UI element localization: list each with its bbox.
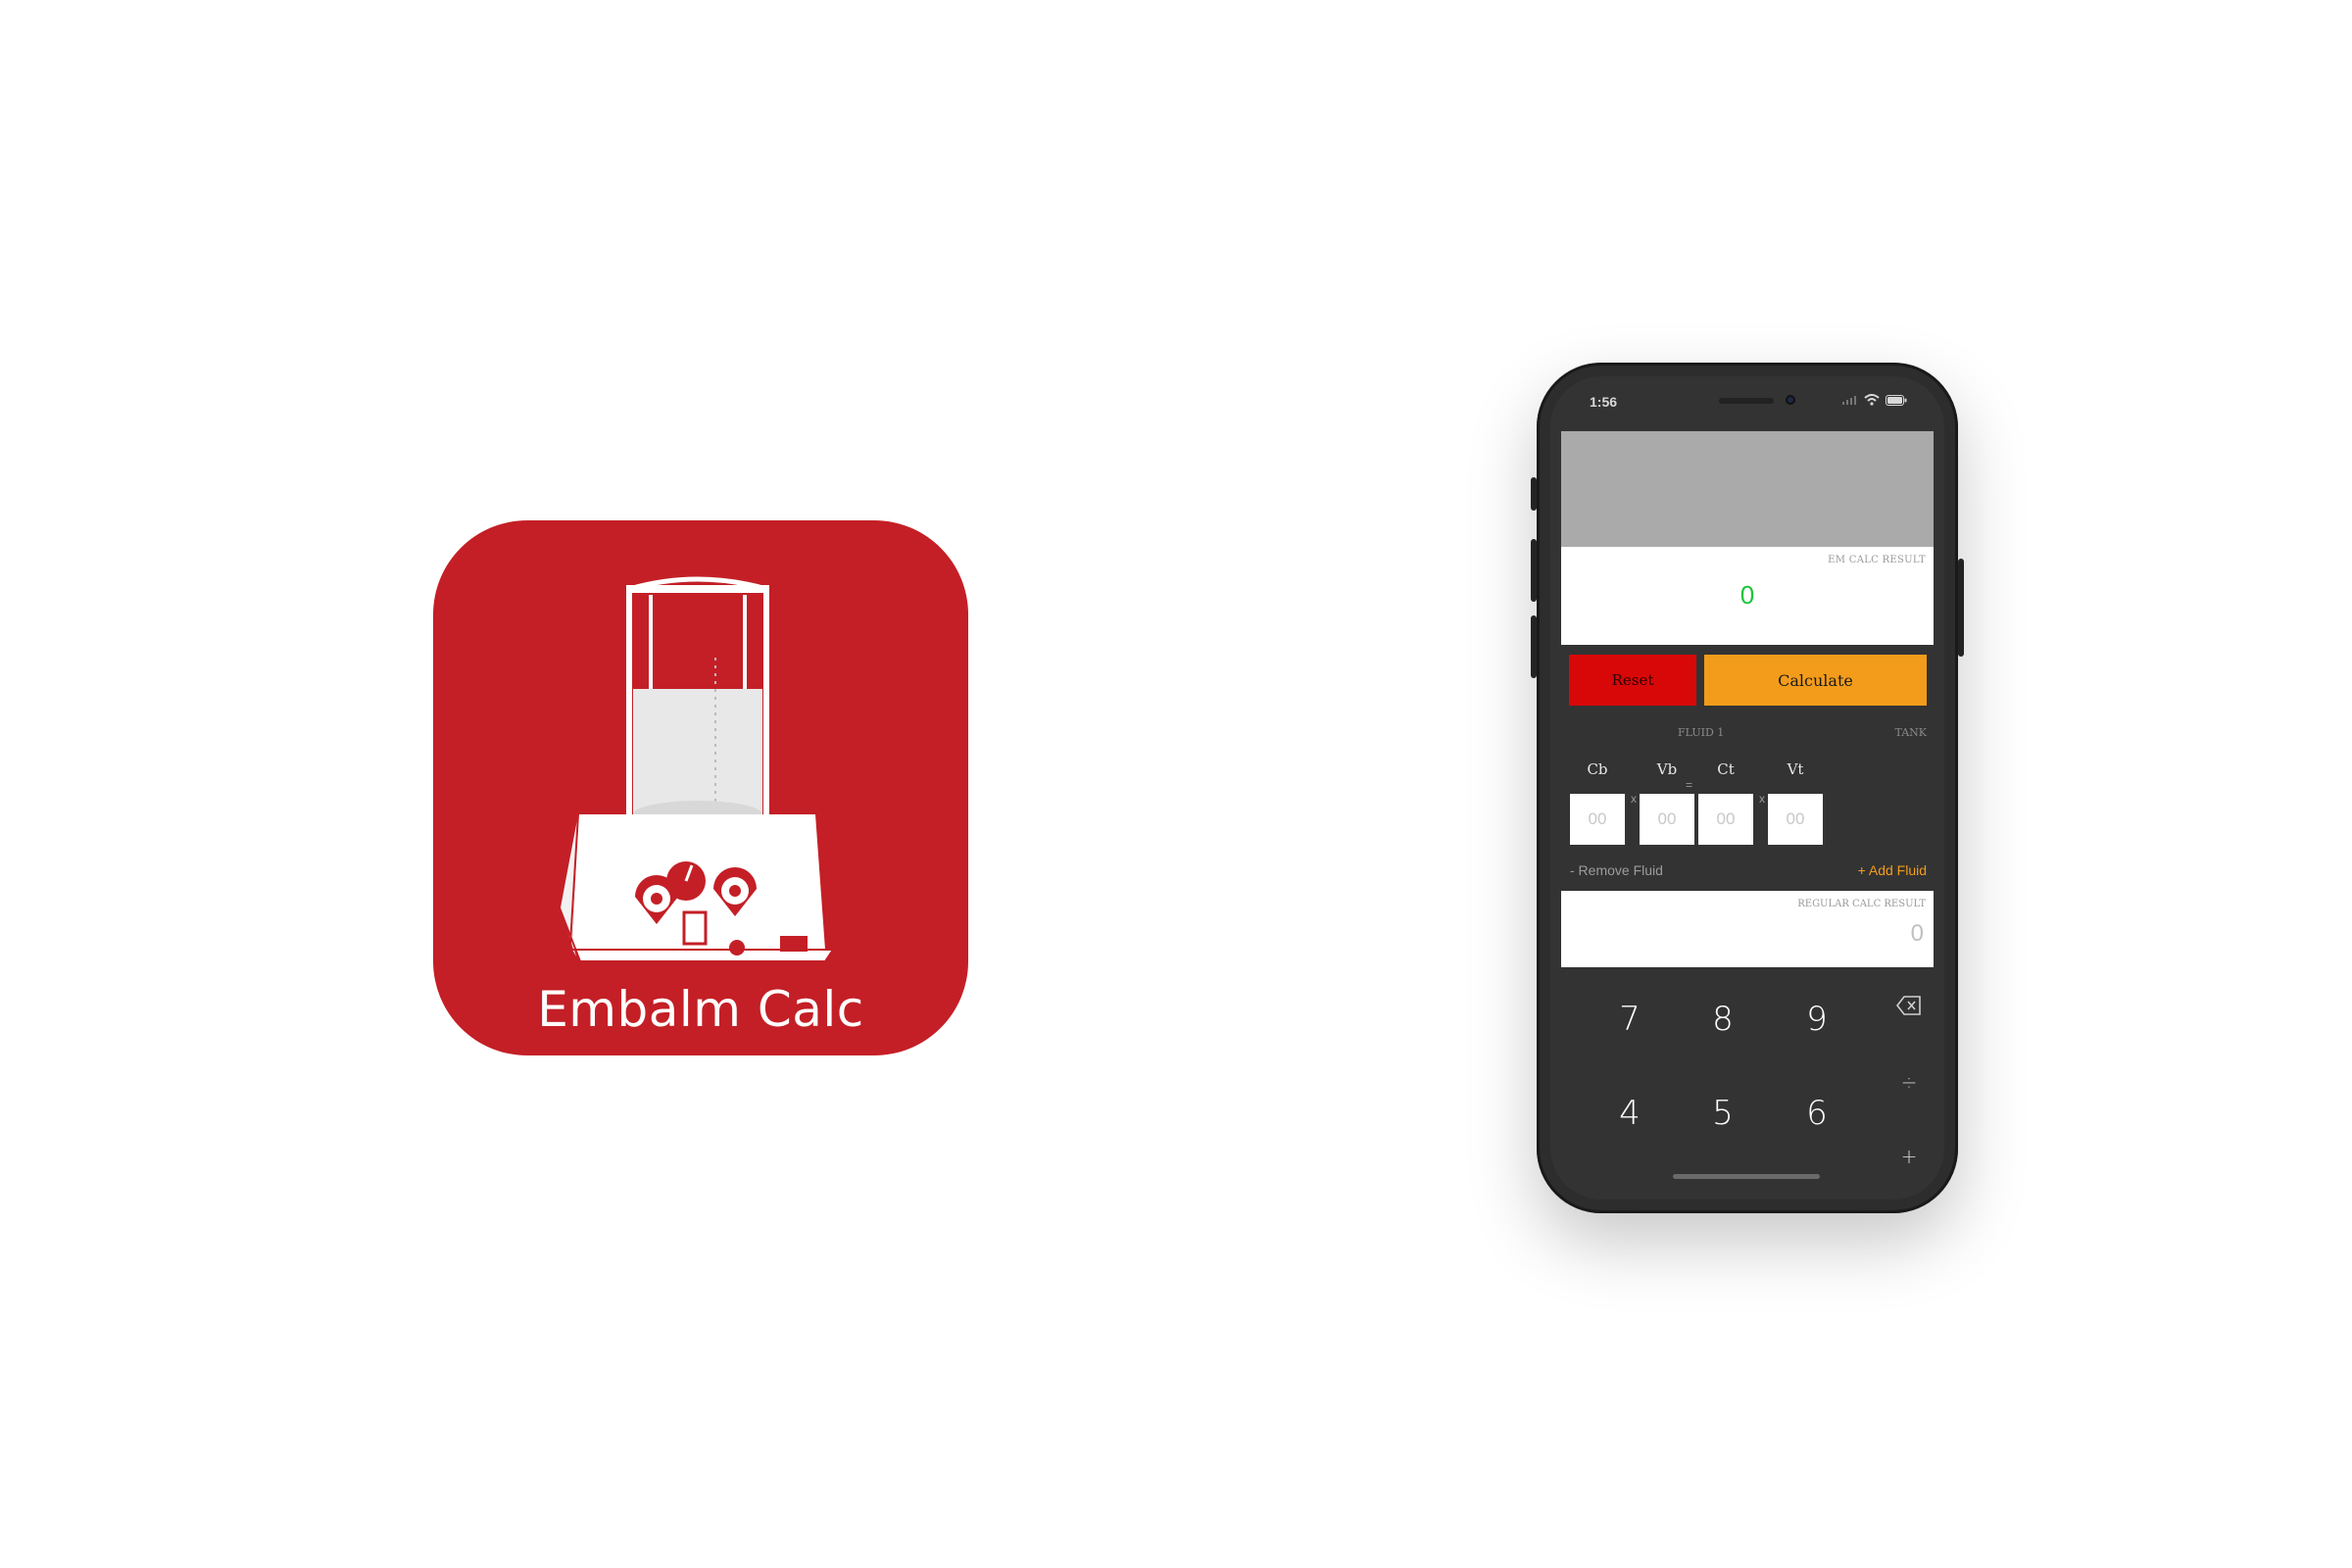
cb-input[interactable] bbox=[1570, 794, 1625, 845]
divide-key[interactable]: ÷ bbox=[1875, 1053, 1943, 1111]
equals-operator: = bbox=[1686, 778, 1693, 792]
backspace-key[interactable] bbox=[1875, 976, 1943, 1035]
power-button bbox=[1958, 559, 1964, 657]
regular-calc-result-label: REGULAR CALC RESULT bbox=[1797, 899, 1926, 909]
reset-button[interactable]: Reset bbox=[1569, 655, 1696, 706]
regular-calc-result-panel: REGULAR CALC RESULT 0 bbox=[1561, 891, 1934, 967]
signal-icon bbox=[1842, 396, 1856, 405]
multiply-operator: x bbox=[1759, 792, 1765, 806]
status-icons bbox=[1842, 394, 1907, 406]
vb-input[interactable] bbox=[1640, 794, 1694, 845]
tank-caption: TANK bbox=[1894, 726, 1927, 739]
em-calc-result-panel: EM CALC RESULT 0 bbox=[1561, 547, 1934, 645]
key-6[interactable]: 6 bbox=[1783, 1084, 1851, 1143]
remove-fluid-link[interactable]: - Remove Fluid bbox=[1570, 862, 1663, 878]
vt-input[interactable] bbox=[1768, 794, 1823, 845]
banner-placeholder bbox=[1561, 431, 1934, 547]
home-indicator[interactable] bbox=[1673, 1174, 1820, 1179]
vt-label: Vt bbox=[1787, 760, 1804, 778]
plus-key[interactable]: + bbox=[1875, 1127, 1943, 1186]
ct-input[interactable] bbox=[1698, 794, 1753, 845]
volume-down-button bbox=[1531, 615, 1537, 678]
mute-switch bbox=[1531, 477, 1537, 511]
multiply-operator: x bbox=[1631, 792, 1637, 806]
backspace-icon bbox=[1896, 996, 1921, 1015]
key-7[interactable]: 7 bbox=[1595, 990, 1664, 1049]
camera-icon bbox=[1786, 395, 1795, 405]
phone-screen: 1:56 EM CALC RESULT 0 Reset Calculate FL… bbox=[1550, 376, 1944, 1200]
status-time: 1:56 bbox=[1590, 394, 1618, 410]
key-9[interactable]: 9 bbox=[1783, 990, 1851, 1049]
key-5[interactable]: 5 bbox=[1689, 1084, 1757, 1143]
ct-label: Ct bbox=[1717, 760, 1735, 778]
em-calc-result-value: 0 bbox=[1740, 580, 1755, 610]
app-icon: Embalm Calc bbox=[433, 520, 968, 1055]
phone-mockup: 1:56 EM CALC RESULT 0 Reset Calculate FL… bbox=[1531, 363, 1964, 1213]
em-calc-result-label: EM CALC RESULT bbox=[1828, 555, 1926, 565]
wifi-icon bbox=[1864, 394, 1880, 406]
volume-up-button bbox=[1531, 539, 1537, 602]
key-4[interactable]: 4 bbox=[1595, 1084, 1664, 1143]
battery-icon bbox=[1886, 394, 1907, 406]
add-fluid-link[interactable]: + Add Fluid bbox=[1858, 862, 1927, 878]
calculate-button[interactable]: Calculate bbox=[1704, 655, 1927, 706]
vb-label: Vb bbox=[1656, 760, 1678, 778]
speaker-grille bbox=[1719, 398, 1774, 404]
key-8[interactable]: 8 bbox=[1689, 990, 1757, 1049]
embalming-machine-icon bbox=[560, 576, 835, 962]
app-icon-name: Embalm Calc bbox=[537, 981, 864, 1038]
regular-calc-result-value: 0 bbox=[1910, 920, 1924, 947]
fluid-caption: FLUID 1 bbox=[1678, 726, 1725, 739]
cb-label: Cb bbox=[1587, 760, 1608, 778]
